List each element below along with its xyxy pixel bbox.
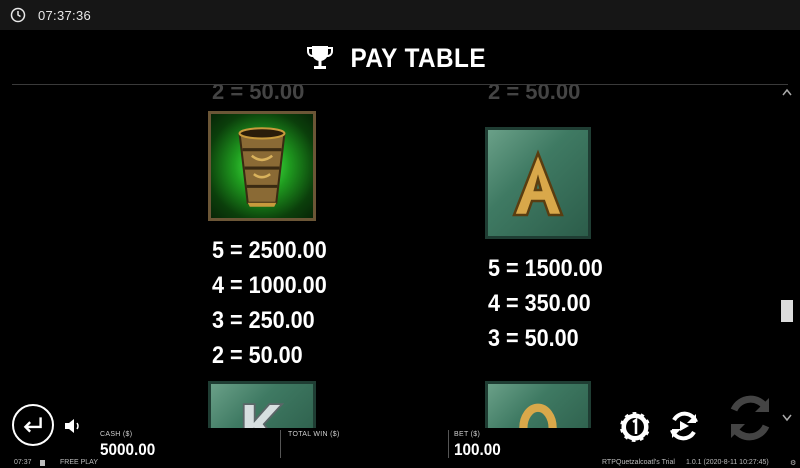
payout-line: 3 = 50.00 [488,325,579,352]
payout-line: 3 = 250.00 [212,307,315,334]
page-title: PAY TABLE [350,42,486,73]
scrollbar-thumb[interactable] [781,300,793,322]
gear-icon[interactable]: ⚙ [790,459,796,467]
payout-line: 4 = 1000.00 [212,272,327,299]
game-version: 1.0.1 (2020-8-11 10:27:45) [686,459,769,466]
cash-value: 5000.00 [100,440,156,459]
hud-divider [448,430,449,458]
payout-line: 5 = 2500.00 [212,237,327,264]
clock-icon [10,7,26,23]
cash-label: CASH ($) [100,431,133,438]
page-header: PAY TABLE [0,36,800,80]
paytable-scroll-area[interactable]: 2 = 50.00 2 = 50.00 5 = 2500.00 4 = 1000… [0,85,778,428]
payout-line: 5 = 1500.00 [488,255,603,282]
return-arrow-icon [23,417,42,433]
a-payout-list: 5 = 1500.00 4 = 350.00 3 = 50.00 [488,251,615,356]
paytable-scrollbar[interactable] [778,86,796,428]
card-icon [40,460,45,466]
trophy-icon [306,46,333,69]
footer-time: 07:37 [14,459,32,466]
bet-chip-icon[interactable] [618,410,652,444]
scroll-up-icon[interactable] [782,88,792,96]
status-bar: 07:37:36 [0,0,800,30]
scroll-down-icon[interactable] [782,414,792,422]
autoplay-icon[interactable] [666,408,702,444]
hud-divider [280,430,281,458]
cup-payout-list: 5 = 2500.00 4 = 1000.00 3 = 250.00 2 = 5… [212,233,339,373]
clock-time: 07:37:36 [38,8,92,23]
play-mode: FREE PLAY [60,459,98,466]
back-button[interactable] [12,404,54,446]
bet-label: BET ($) [454,431,481,438]
golden-cup-icon [208,111,316,221]
partial-payout-right: 2 = 50.00 [488,85,581,104]
letter-q-icon [485,381,591,428]
payout-line: 2 = 50.00 [212,342,303,369]
game-title: Quetzalcoatl's Trial [616,459,675,466]
letter-a-icon [485,127,591,239]
spin-icon[interactable] [722,390,778,446]
total-win-label: TOTAL WIN ($) [288,431,340,438]
speaker-icon[interactable] [64,418,82,434]
partial-payout-left: 2 = 50.00 [212,85,305,104]
rtp-link[interactable]: RTP [602,459,616,466]
bet-value: 100.00 [454,440,501,459]
payout-line: 4 = 350.00 [488,290,591,317]
letter-k-icon [208,381,316,428]
footer-info: 07:37 FREE PLAY RTP Quetzalcoatl's Trial… [0,459,800,468]
